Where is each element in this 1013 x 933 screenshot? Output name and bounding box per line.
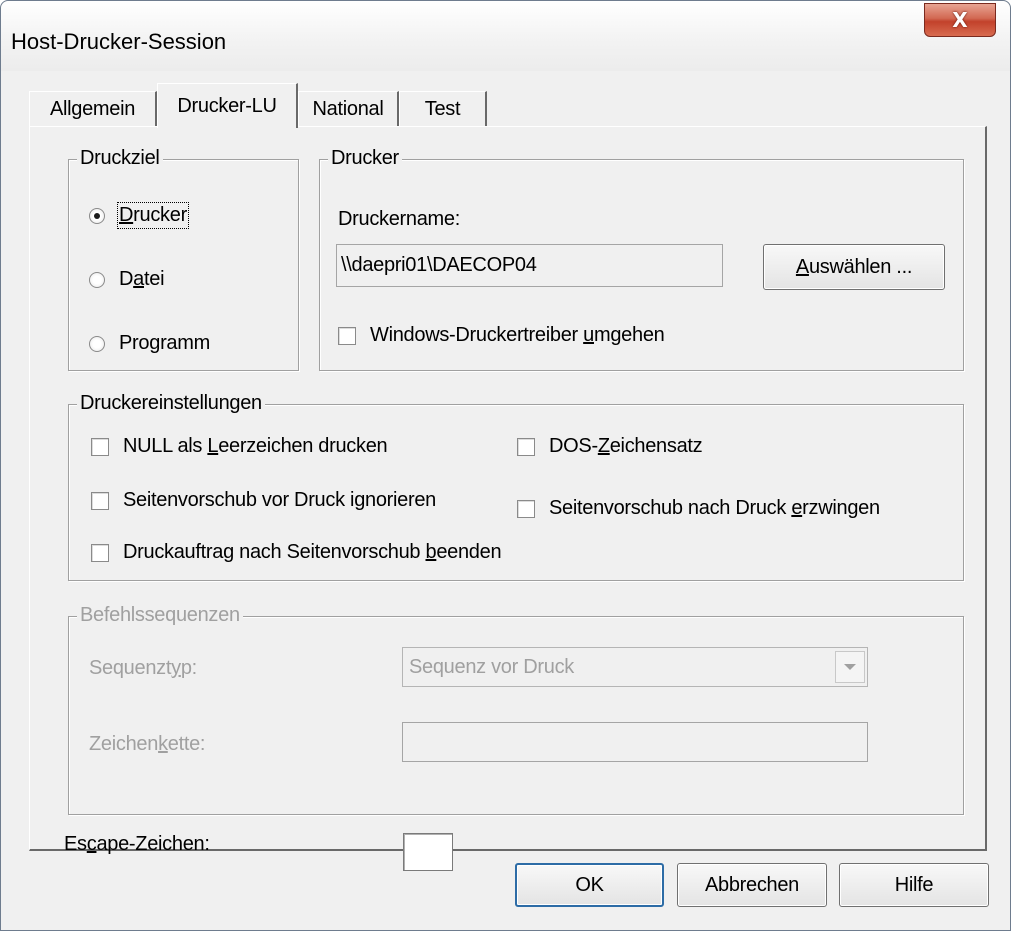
zeichenkette-label: Zeichenkette:	[89, 733, 206, 755]
dos-charset-box[interactable]	[517, 437, 535, 456]
radio-programm[interactable]: Programm	[89, 332, 210, 355]
zeichenkette-field[interactable]	[402, 722, 868, 762]
tab-drucker-lu-label: Drucker-LU	[177, 94, 277, 117]
ff-before-ignore-box[interactable]	[91, 491, 109, 510]
ff-before-ignore-label: Seitenvorschub vor Druck ignorieren	[123, 489, 436, 511]
befehlssequenzen-group-label: Befehlssequenzen	[77, 604, 243, 627]
tab-national-label: National	[312, 98, 384, 120]
escape-field[interactable]	[403, 833, 453, 871]
bypass-driver-checkbox[interactable]: Windows-Druckertreiber umgehen	[338, 324, 665, 347]
window-title: Host-Drucker-Session	[11, 29, 227, 54]
cancel-button-label: Abbrechen	[704, 873, 800, 896]
title-bar[interactable]: Host-Drucker-Session X	[1, 1, 1010, 71]
auswaehlen-button-label: Auswählen ...	[795, 255, 913, 278]
tab-drucker-lu[interactable]: Drucker-LU	[157, 83, 298, 128]
help-button[interactable]: Hilfe	[839, 863, 989, 907]
radio-drucker-indicator[interactable]	[89, 207, 105, 224]
null-as-space-box[interactable]	[91, 437, 109, 456]
ff-after-force-checkbox[interactable]: Seitenvorschub nach Druck erzwingen	[517, 497, 880, 520]
radio-drucker-label: Drucker	[117, 202, 189, 229]
auswaehlen-button[interactable]: Auswählen ...	[763, 244, 945, 290]
radio-datei-indicator[interactable]	[89, 271, 105, 288]
ff-after-force-label: Seitenvorschub nach Druck erzwingen	[549, 497, 880, 519]
druckziel-group: Druckziel Drucker Datei Programm	[68, 147, 299, 371]
tab-test[interactable]: Test	[399, 91, 487, 127]
bypass-driver-box[interactable]	[338, 326, 356, 345]
cancel-button[interactable]: Abbrechen	[677, 863, 827, 907]
ok-button-label: OK	[575, 873, 604, 896]
radio-programm-label: Programm	[119, 332, 210, 354]
end-job-after-ff-checkbox[interactable]: Druckauftrag nach Seitenvorschub beenden	[91, 541, 502, 564]
ff-after-force-box[interactable]	[517, 499, 535, 518]
close-button[interactable]: X	[924, 3, 996, 37]
dialog-window: Host-Drucker-Session X Allgemein Drucker…	[0, 0, 1011, 931]
chevron-down-icon[interactable]	[835, 651, 865, 683]
druckziel-group-label: Druckziel	[77, 147, 163, 170]
druckername-label: Druckername:	[338, 208, 460, 230]
dos-charset-checkbox[interactable]: DOS-Zeichensatz	[517, 435, 703, 458]
radio-datei[interactable]: Datei	[89, 268, 165, 291]
bypass-driver-label: Windows-Druckertreiber umgehen	[370, 324, 665, 346]
close-icon: X	[952, 8, 968, 32]
null-as-space-checkbox[interactable]: NULL als Leerzeichen drucken	[91, 435, 388, 458]
drucker-group: Drucker Druckername: \\daepri01\DAECOP04…	[319, 147, 964, 371]
help-button-label: Hilfe	[894, 873, 934, 896]
ff-before-ignore-checkbox[interactable]: Seitenvorschub vor Druck ignorieren	[91, 489, 436, 512]
radio-datei-label: Datei	[119, 268, 165, 290]
druckereinstellungen-group: Druckereinstellungen NULL als Leerzeiche…	[68, 392, 964, 581]
ok-button[interactable]: OK	[515, 863, 664, 907]
null-as-space-label: NULL als Leerzeichen drucken	[123, 435, 388, 457]
befehlssequenzen-group: Befehlssequenzen Sequenztyp: Sequenz vor…	[68, 604, 964, 815]
end-job-after-ff-box[interactable]	[91, 543, 109, 562]
drucker-group-label: Drucker	[328, 147, 402, 170]
tab-panel-drucker-lu: Druckziel Drucker Datei Programm Drucker…	[29, 126, 987, 871]
tab-allgemein[interactable]: Allgemein	[29, 91, 157, 127]
radio-drucker[interactable]: Drucker	[89, 202, 189, 229]
druckereinstellungen-group-label: Druckereinstellungen	[77, 392, 265, 415]
dialog-client: Allgemein Drucker-LU National Test Druck…	[10, 73, 1001, 924]
end-job-after-ff-label: Druckauftrag nach Seitenvorschub beenden	[123, 541, 502, 563]
druckername-value: \\daepri01\DAECOP04	[341, 254, 537, 276]
tab-allgemein-label: Allgemein	[49, 98, 136, 120]
sequenztyp-select[interactable]: Sequenz vor Druck	[402, 647, 868, 687]
sequenztyp-value: Sequenz vor Druck	[409, 655, 574, 678]
radio-programm-indicator[interactable]	[89, 335, 105, 352]
tab-test-label: Test	[424, 98, 461, 120]
dos-charset-label: DOS-Zeichensatz	[549, 435, 703, 457]
escape-label: Escape-Zeichen:	[64, 833, 210, 855]
sequenztyp-label: Sequenztyp:	[89, 657, 197, 679]
tab-national[interactable]: National	[298, 91, 399, 127]
druckername-field[interactable]: \\daepri01\DAECOP04	[336, 244, 723, 287]
